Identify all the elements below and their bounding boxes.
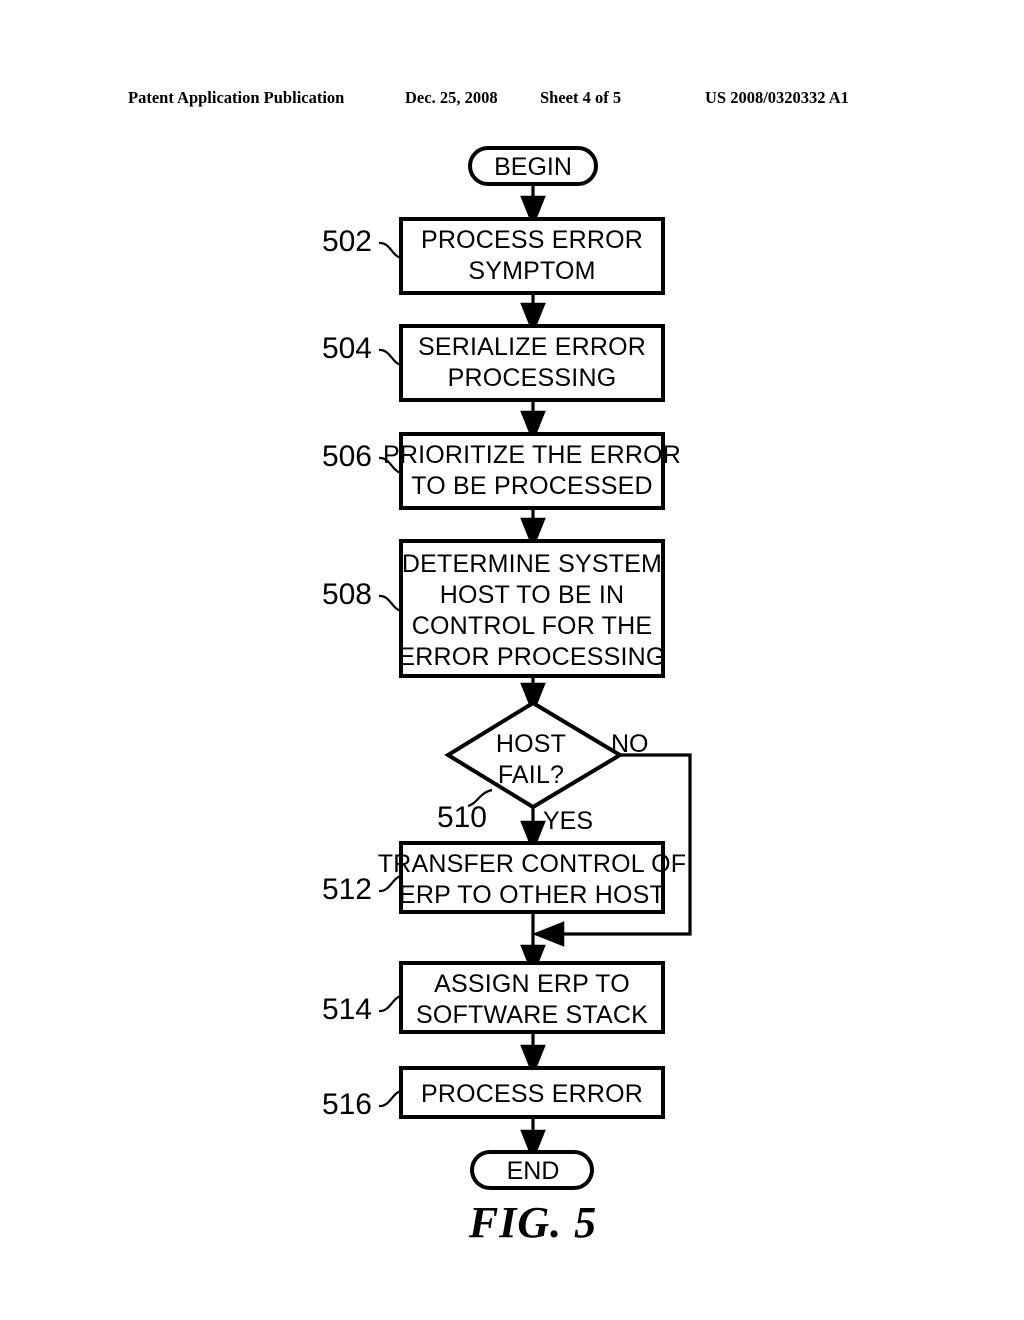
node-502: PROCESS ERROR SYMPTOM [399,217,665,295]
node-506: PRIORITIZE THE ERROR TO BE PROCESSED [383,432,681,510]
node-514-line-1: ASSIGN ERP TO [434,970,630,998]
node-516: PROCESS ERROR [399,1066,665,1119]
ref-label-510: 510 [437,801,487,834]
node-508-line-2: HOST TO BE IN [440,581,625,609]
ref-label-502: 502 [322,225,372,258]
begin-label: BEGIN [494,153,572,181]
node-508-line-1: DETERMINE SYSTEM [402,550,662,578]
node-514: ASSIGN ERP TO SOFTWARE STACK [399,961,665,1034]
flowchart-figure: BEGIN PROCESS ERROR SYMPTOM 502 SERIALIZ… [0,0,1024,1320]
node-504: SERIALIZE ERROR PROCESSING [399,324,665,402]
node-512-line-1: TRANSFER CONTROL OF [378,850,686,878]
node-begin: BEGIN [468,146,598,186]
ref-label-516: 516 [322,1088,372,1121]
node-504-line-1: SERIALIZE ERROR [418,333,646,361]
node-510-line-2: FAIL? [498,761,564,789]
leader-514 [378,994,402,1013]
node-508-line-3: CONTROL FOR THE [412,612,653,640]
end-label: END [507,1157,560,1185]
node-510-line-1: HOST [496,730,566,758]
ref-label-508: 508 [322,578,372,611]
node-508-line-4: ERROR PROCESSING [398,643,665,671]
node-508: DETERMINE SYSTEM HOST TO BE IN CONTROL F… [398,539,665,678]
leader-508 [378,594,402,613]
ref-label-514: 514 [322,993,372,1026]
leader-502 [378,241,402,260]
ref-label-512: 512 [322,873,372,906]
node-end: END [470,1150,594,1190]
node-504-line-2: PROCESSING [448,364,617,392]
node-506-line-2: TO BE PROCESSED [411,472,653,500]
node-506-line-1: PRIORITIZE THE ERROR [383,441,681,469]
node-502-line-1: PROCESS ERROR [421,226,643,254]
node-502-line-2: SYMPTOM [468,257,595,285]
leader-516 [378,1089,402,1108]
ref-label-504: 504 [322,332,372,365]
node-516-line-1: PROCESS ERROR [421,1080,643,1108]
node-510: HOST FAIL? [444,700,624,810]
ref-label-506: 506 [322,440,372,473]
leader-512 [378,874,402,893]
branch-label-yes: YES [543,807,593,835]
node-512: TRANSFER CONTROL OF ERP TO OTHER HOST [378,841,686,914]
leader-504 [378,348,402,367]
figure-caption: FIG. 5 [468,1198,597,1247]
node-514-line-2: SOFTWARE STACK [416,1001,648,1029]
node-512-line-2: ERP TO OTHER HOST [399,881,665,909]
